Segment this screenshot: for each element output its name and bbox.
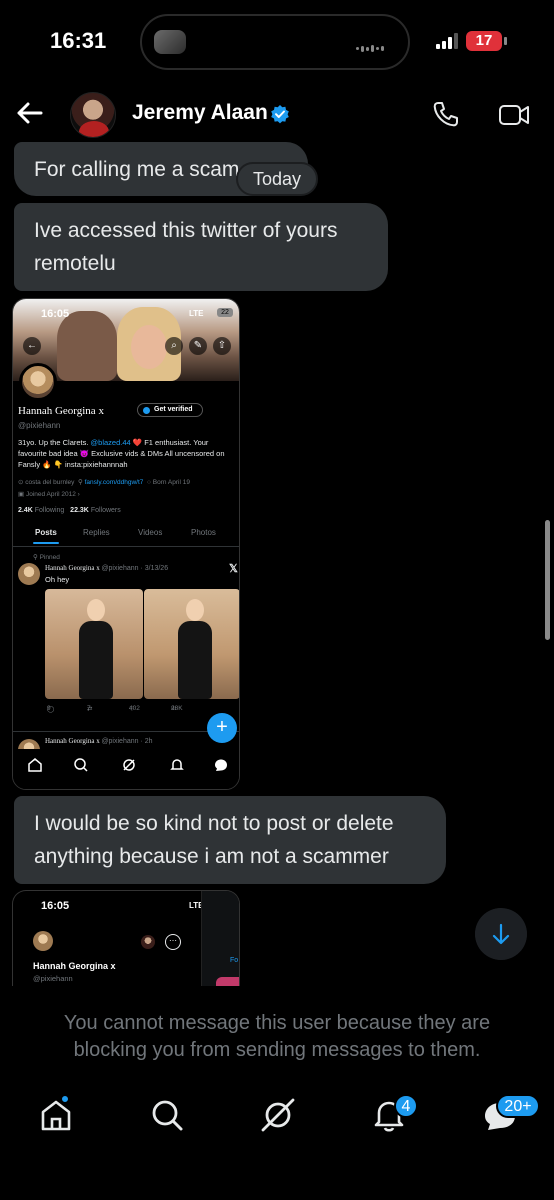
status-time: 16:31 — [50, 28, 107, 53]
home-icon — [28, 758, 42, 772]
embedded-post-photo — [45, 589, 143, 699]
home-unread-dot — [60, 1094, 70, 1104]
grok-icon — [123, 759, 135, 771]
like-count: 402 — [129, 705, 140, 712]
embedded-post-avatar — [18, 563, 40, 585]
bell-icon — [170, 759, 184, 770]
scroll-to-bottom-button[interactable] — [475, 908, 527, 960]
following-count: 2.4K — [18, 507, 33, 514]
embedded-pink-element — [216, 977, 239, 986]
back-arrow-icon[interactable] — [14, 98, 44, 128]
embedded-status-bar: 16:05 LTE 22 — [13, 299, 239, 331]
embedded-profile-name: Hannah Georgina x — [18, 405, 104, 417]
compose-plus-icon: + — [207, 713, 237, 743]
embedded-bottom-nav — [13, 749, 239, 789]
home-icon[interactable] — [31, 1090, 81, 1140]
bio-mention: @blazed.44 — [90, 438, 131, 447]
grok-icon[interactable] — [253, 1090, 303, 1140]
embedded-small-avatar — [141, 935, 155, 949]
messages-badge: 20+ — [496, 1094, 540, 1118]
embedded-handle: @pixiehann — [33, 974, 73, 983]
embedded-follow-stats: 2.4K Following 22.3K Followers — [18, 507, 121, 514]
embedded-pinned-label: ⚲ Pinned — [33, 553, 60, 561]
embedded-time: 16:05 — [41, 308, 70, 320]
verified-badge-icon — [271, 105, 289, 124]
embedded-post-header: Hannah Georgina x @pixiehann · 2h — [45, 737, 153, 745]
messages-icon — [215, 759, 227, 771]
embedded-share-icon: ⇧ — [213, 337, 231, 355]
divider — [13, 731, 239, 732]
contact-avatar[interactable] — [70, 92, 116, 138]
embedded-born: Born April 19 — [152, 479, 190, 486]
embedded-time: 16:05 — [41, 900, 70, 912]
search-icon — [74, 758, 88, 772]
calendar-icon: ▣ — [18, 491, 26, 498]
embedded-bio: 31yo. Up the Clarets. @blazed.44 ❤️ F1 e… — [18, 437, 238, 470]
embedded-tab-replies: Replies — [83, 528, 110, 537]
notifications-badge: 4 — [394, 1094, 418, 1118]
pinned-text: Pinned — [39, 554, 60, 561]
embedded-post-header: Hannah Georgina x @pixiehann · 3/13/26 — [45, 564, 168, 572]
followers-label: Followers — [90, 507, 121, 514]
cellular-signal-icon — [436, 33, 460, 49]
more-options-icon: ⋯ — [165, 934, 181, 950]
link-icon: ⚲ — [78, 479, 85, 486]
embedded-profile-tabs: Posts Replies Videos Photos — [13, 525, 239, 547]
embedded-profile-avatar — [33, 931, 53, 951]
embedded-handle: @pixiehann — [18, 421, 61, 430]
embedded-side-tab: Fo — [230, 957, 239, 964]
bio-text: 31yo. Up the Clarets. — [18, 438, 91, 447]
contact-name[interactable]: Jeremy Alaan — [132, 101, 268, 125]
embedded-post-photo — [144, 589, 239, 699]
message-bubble[interactable]: Ive accessed this twitter of yours remot… — [14, 203, 388, 291]
embedded-get-verified: Get verified — [137, 403, 203, 417]
image-attachment[interactable]: 16:05 LTE 22 ⋯ Hannah Georgina x @pixieh… — [12, 890, 240, 986]
dynamic-island[interactable] — [140, 14, 410, 70]
reply-count: 9 — [47, 705, 51, 712]
date-divider: Today — [236, 162, 318, 196]
blocked-notice: You cannot message this user because the… — [63, 1012, 491, 1061]
scrollbar[interactable] — [545, 520, 550, 640]
embedded-tab-posts: Posts — [33, 528, 59, 544]
bottom-navigation — [0, 1080, 554, 1152]
post-author: Hannah Georgina x — [45, 737, 100, 745]
search-icon[interactable] — [142, 1090, 192, 1140]
audio-waveform-icon — [356, 40, 386, 53]
post-meta: @pixiehann · 3/13/26 — [101, 565, 169, 572]
embedded-profile-name: Hannah Georgina x — [33, 961, 116, 971]
embedded-battery: 22 — [217, 308, 233, 317]
image-attachment[interactable]: 16:05 LTE 22 ← ⌕ ✎ ⇧ Hannah Georgina x G… — [12, 298, 240, 790]
view-count: 28K — [171, 705, 183, 712]
status-bar: 16:31 17 — [0, 0, 554, 84]
embedded-back-icon: ← — [23, 337, 41, 355]
video-call-icon[interactable] — [498, 102, 530, 128]
embedded-edit-icon: ✎ — [189, 337, 207, 355]
embedded-lte: LTE — [189, 309, 204, 318]
embedded-post-text: Oh hey — [45, 575, 70, 584]
message-bubble[interactable]: I would be so kind not to post or delete… — [14, 796, 446, 884]
embedded-tab-photos: Photos — [191, 528, 216, 537]
embedded-profile-avatar — [19, 363, 57, 401]
battery-indicator: 17 — [466, 31, 507, 51]
embedded-joined: Joined April 2012 — [25, 491, 76, 498]
embedded-tab-videos: Videos — [138, 528, 163, 537]
x-logo-icon: 𝕏 — [229, 563, 238, 575]
pin-icon: ⚲ — [33, 554, 40, 561]
embedded-location: costa del burnley — [25, 479, 75, 486]
embedded-search-icon: ⌕ — [165, 337, 183, 355]
embedded-link: fansly.com/ddhgw/t7 — [84, 479, 144, 486]
island-media-thumbnail — [154, 30, 186, 54]
post-meta: @pixiehann · 2h — [101, 738, 153, 745]
embedded-profile-meta: ⊙ costa del burnley ⚲ fansly.com/ddhgw/t… — [18, 479, 190, 498]
following-label: Following — [34, 507, 65, 514]
conversation-header: Jeremy Alaan — [0, 88, 554, 144]
phone-call-icon[interactable] — [432, 100, 460, 128]
followers-count: 22.3K — [70, 507, 89, 514]
repost-count: 7 — [87, 705, 91, 712]
post-author: Hannah Georgina x — [45, 564, 100, 572]
embedded-side-panel: Fo — [201, 891, 239, 986]
